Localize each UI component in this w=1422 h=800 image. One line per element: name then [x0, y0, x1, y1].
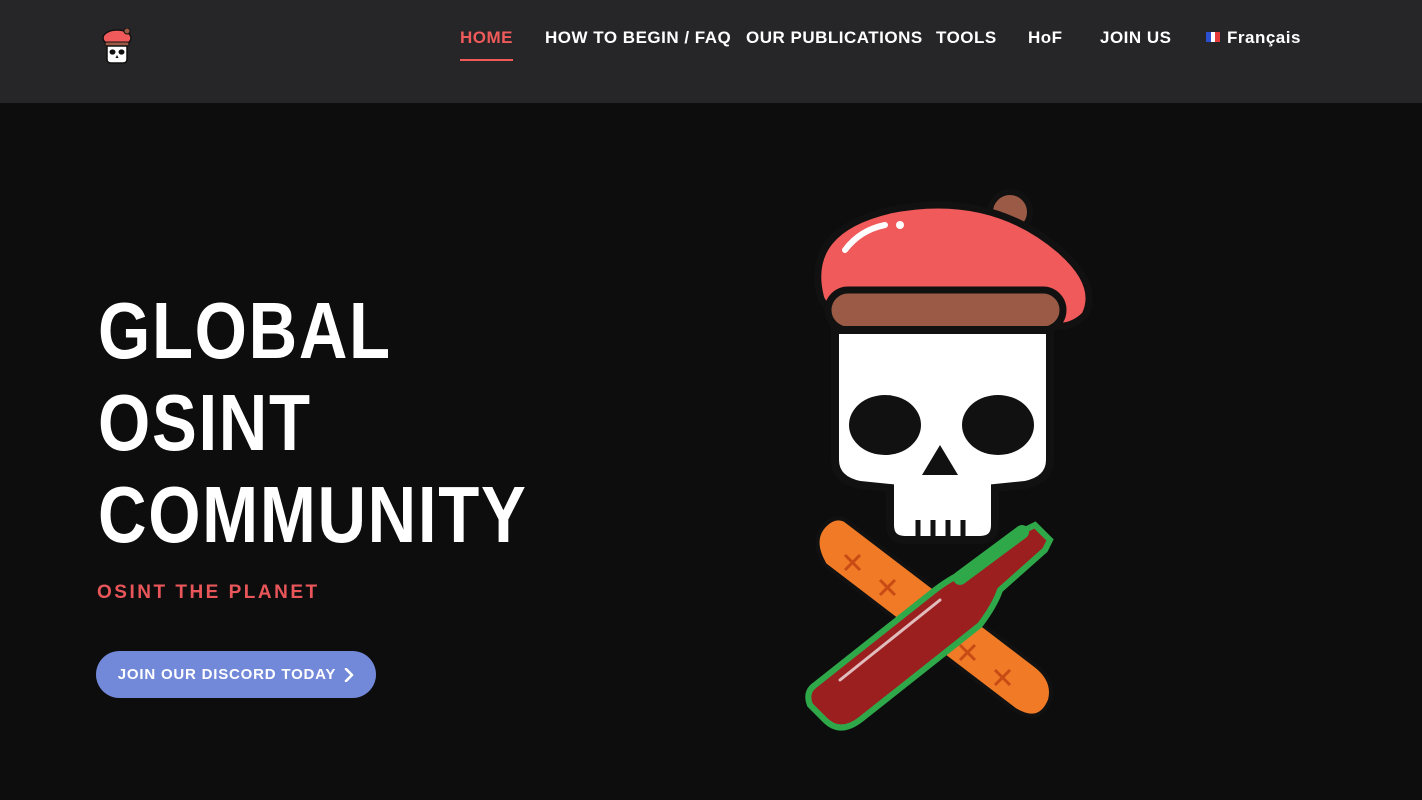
hero-tagline: OSINT THE PLANET [97, 582, 320, 603]
headline-line-2: OSINT [98, 378, 312, 467]
headline-line-3: COMMUNITY [98, 470, 528, 559]
nav-how-to-begin[interactable]: HOW TO BEGIN / FAQ [545, 26, 731, 50]
main-nav: HOME HOW TO BEGIN / FAQ OUR PUBLICATIONS… [0, 26, 1422, 66]
skull-illustration [831, 326, 1054, 544]
french-flag-icon [1206, 32, 1220, 42]
nav-home-label: HOME [460, 28, 513, 47]
nav-tools[interactable]: TOOLS [936, 26, 997, 50]
nav-tools-label: TOOLS [936, 28, 997, 47]
nav-home[interactable]: HOME [460, 26, 513, 61]
nav-hof[interactable]: HoF [1028, 26, 1063, 50]
nav-join-us[interactable]: JOIN US [1100, 26, 1172, 50]
nav-hof-label: HoF [1028, 28, 1063, 47]
site-header: HOME HOW TO BEGIN / FAQ OUR PUBLICATIONS… [0, 0, 1422, 103]
skull-beret-baguette-wine-icon [805, 189, 1093, 731]
beret-illustration [814, 189, 1093, 334]
nav-language-switch[interactable]: Français [1206, 26, 1301, 50]
nav-language-label: Français [1227, 28, 1301, 47]
nav-join-us-label: JOIN US [1100, 28, 1172, 47]
join-discord-button[interactable]: JOIN OUR DISCORD TODAY [96, 651, 376, 698]
active-underline [460, 59, 513, 61]
join-discord-label: JOIN OUR DISCORD TODAY [117, 666, 337, 683]
chevron-right-icon [344, 667, 354, 682]
nav-how-to-begin-label: HOW TO BEGIN / FAQ [545, 28, 732, 47]
hero-headline: GLOBAL OSINT COMMUNITY [98, 285, 568, 561]
headline-line-1: GLOBAL [98, 286, 392, 375]
nav-publications[interactable]: OUR PUBLICATIONS [746, 26, 923, 50]
nav-publications-label: OUR PUBLICATIONS [746, 28, 923, 47]
